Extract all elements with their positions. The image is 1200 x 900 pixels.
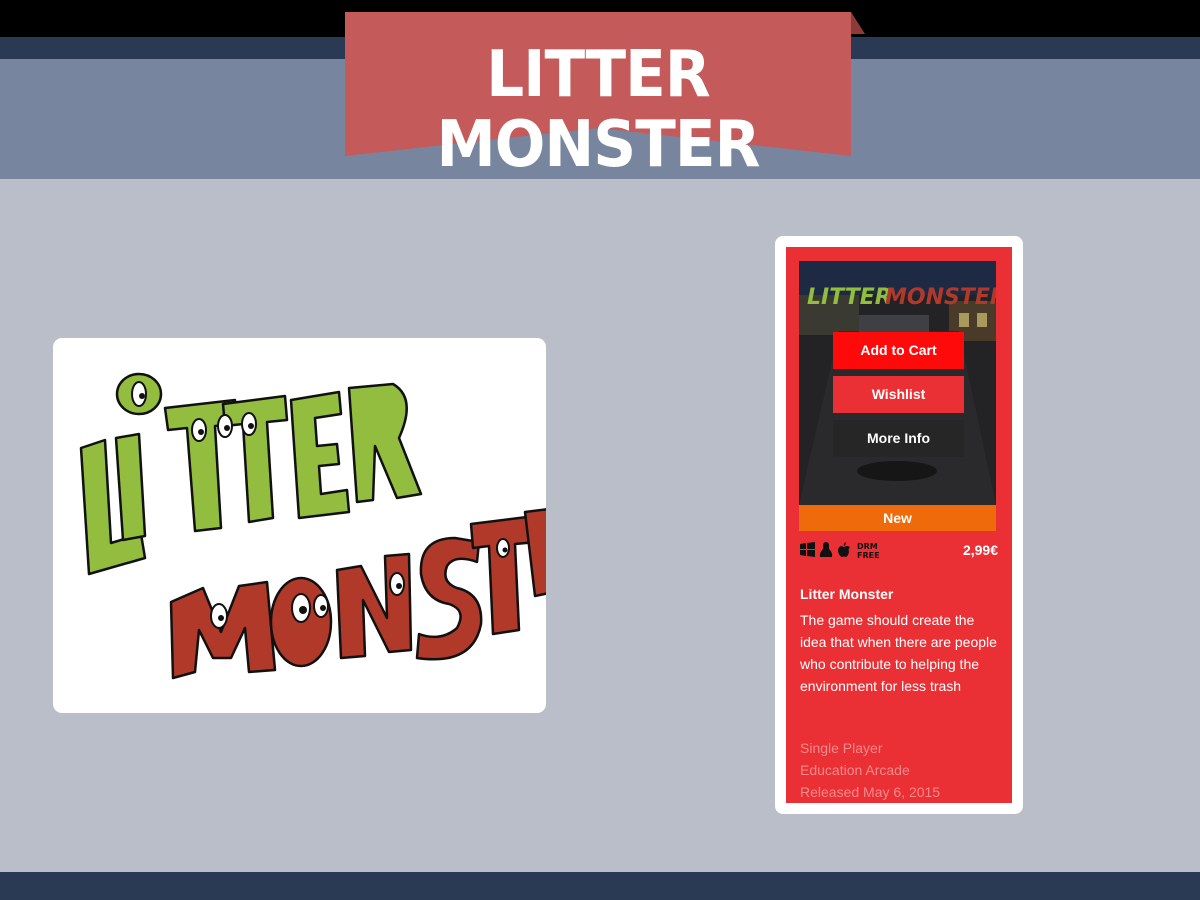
- footer-bar: [0, 872, 1200, 900]
- title-banner: LITTER MONSTER: [345, 12, 865, 180]
- game-title[interactable]: Litter Monster: [800, 586, 893, 602]
- linux-icon: [819, 542, 833, 557]
- windows-icon: [800, 542, 815, 557]
- svg-text:MONSTER: MONSTER: [885, 285, 996, 310]
- svg-text:FREE: FREE: [857, 551, 880, 559]
- game-logo-image: [53, 338, 546, 713]
- more-info-button[interactable]: More Info: [833, 420, 964, 457]
- game-description: The game should create the idea that whe…: [800, 612, 997, 694]
- svg-text:DRM: DRM: [857, 542, 878, 551]
- apple-icon: [838, 542, 850, 557]
- genres: Education Arcade: [800, 762, 910, 778]
- svg-text:LITTER: LITTER: [807, 285, 892, 310]
- add-to-cart-button[interactable]: Add to Cart: [833, 332, 964, 369]
- wishlist-button[interactable]: Wishlist: [833, 376, 964, 413]
- player-mode: Single Player: [800, 740, 883, 756]
- price-label: 2,99€: [962, 542, 998, 558]
- release-date: Released May 6, 2015: [800, 784, 941, 800]
- page-title: LITTER MONSTER: [436, 38, 760, 182]
- game-thumbnail[interactable]: LITTER MONSTER Add to Cart Wishlist More…: [799, 261, 996, 505]
- platform-icons: DRM FREE: [800, 542, 900, 560]
- store-card-panel: LITTER MONSTER Add to Cart Wishlist More…: [786, 247, 1012, 803]
- game-store-card: LITTER MONSTER Add to Cart Wishlist More…: [775, 236, 1023, 814]
- new-badge: New: [799, 505, 996, 531]
- drm-free-icon: DRM FREE: [857, 542, 880, 559]
